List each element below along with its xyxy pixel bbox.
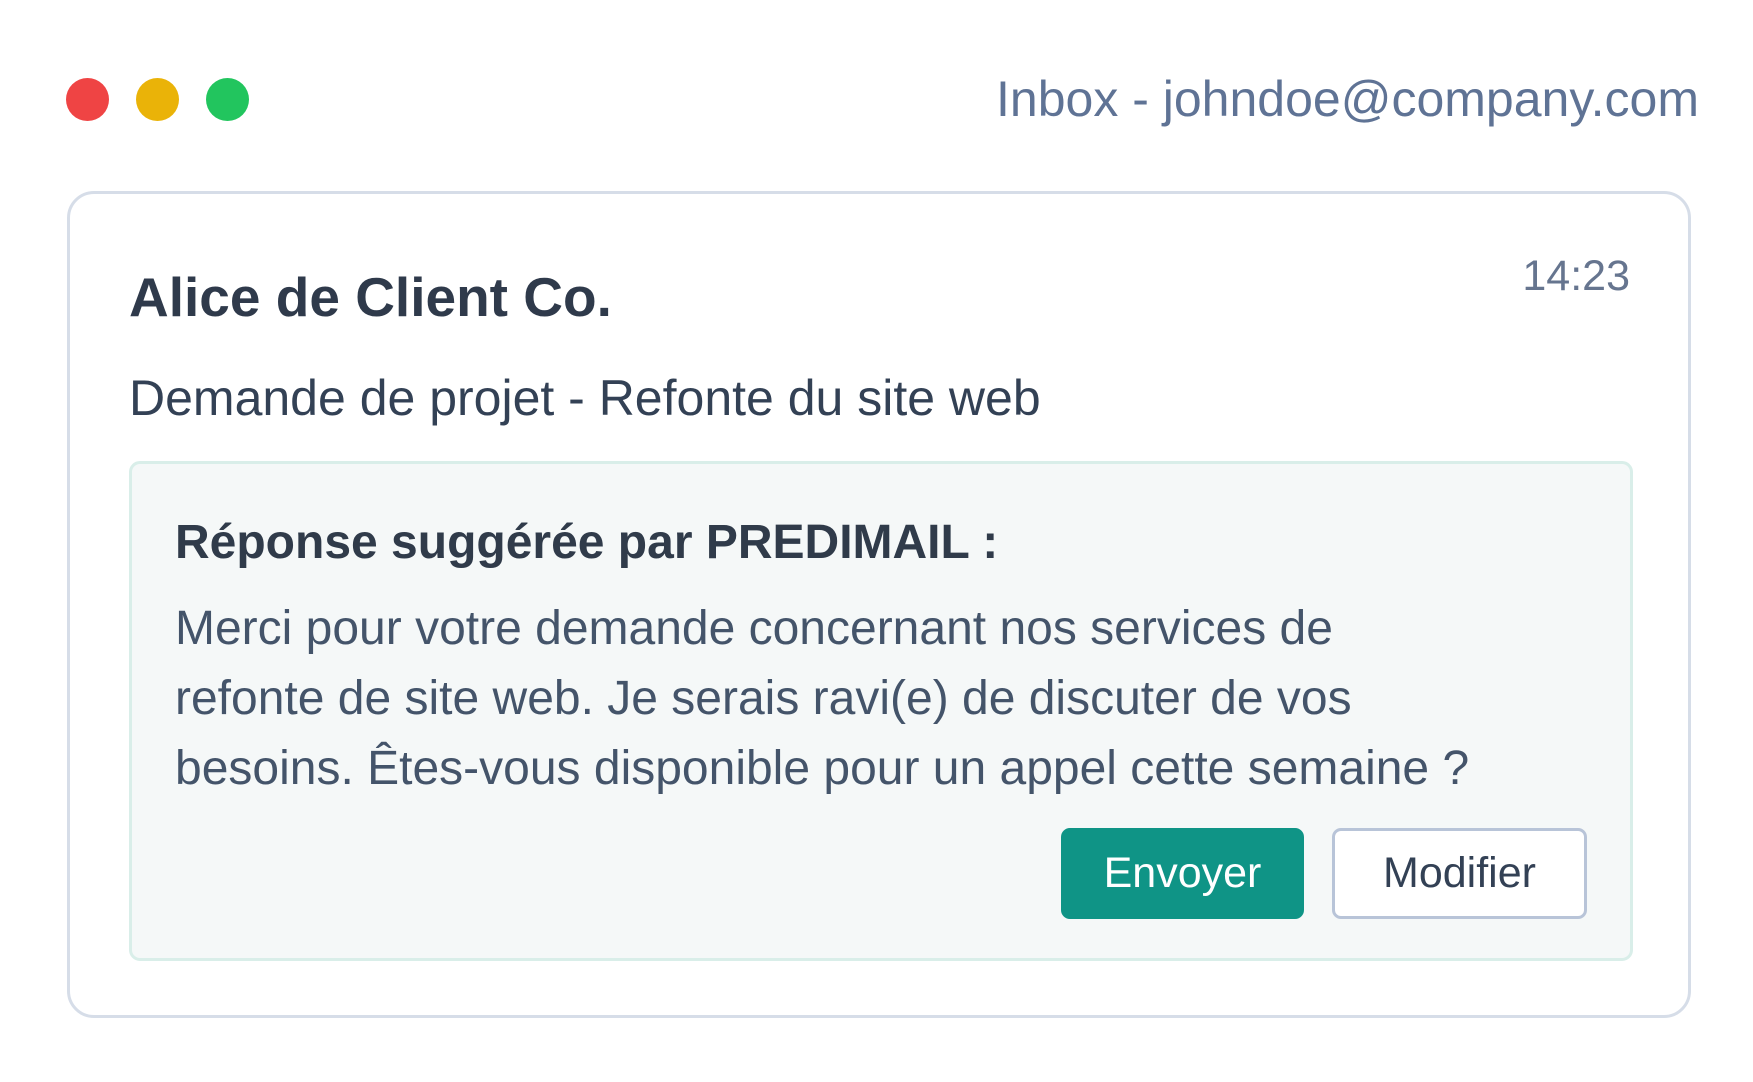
maximize-window-button[interactable] xyxy=(206,78,249,121)
close-window-button[interactable] xyxy=(66,78,109,121)
suggested-reply-line: refonte de site web. Je serais ravi(e) d… xyxy=(175,672,1352,725)
suggested-reply-line: Merci pour votre demande concernant nos … xyxy=(175,602,1333,655)
reply-actions: Envoyer Modifier xyxy=(1061,828,1587,919)
email-time: 14:23 xyxy=(1522,252,1630,300)
email-card: Alice de Client Co. 14:23 Demande de pro… xyxy=(67,191,1691,1018)
suggested-reply-text: Merci pour votre demande concernant nos … xyxy=(175,594,1595,804)
edit-button[interactable]: Modifier xyxy=(1332,828,1587,919)
suggested-reply-heading: Réponse suggérée par PREDIMAIL : xyxy=(175,516,999,569)
send-button[interactable]: Envoyer xyxy=(1061,828,1304,919)
suggested-reply-line: besoins. Êtes-vous disponible pour un ap… xyxy=(175,742,1470,795)
window-title: Inbox - johndoe@company.com xyxy=(996,71,1699,127)
email-subject: Demande de projet - Refonte du site web xyxy=(129,370,1041,426)
sender-name: Alice de Client Co. xyxy=(129,266,612,328)
minimize-window-button[interactable] xyxy=(136,78,179,121)
window-controls xyxy=(66,78,249,121)
suggested-reply-panel: Réponse suggérée par PREDIMAIL : Merci p… xyxy=(129,461,1633,961)
